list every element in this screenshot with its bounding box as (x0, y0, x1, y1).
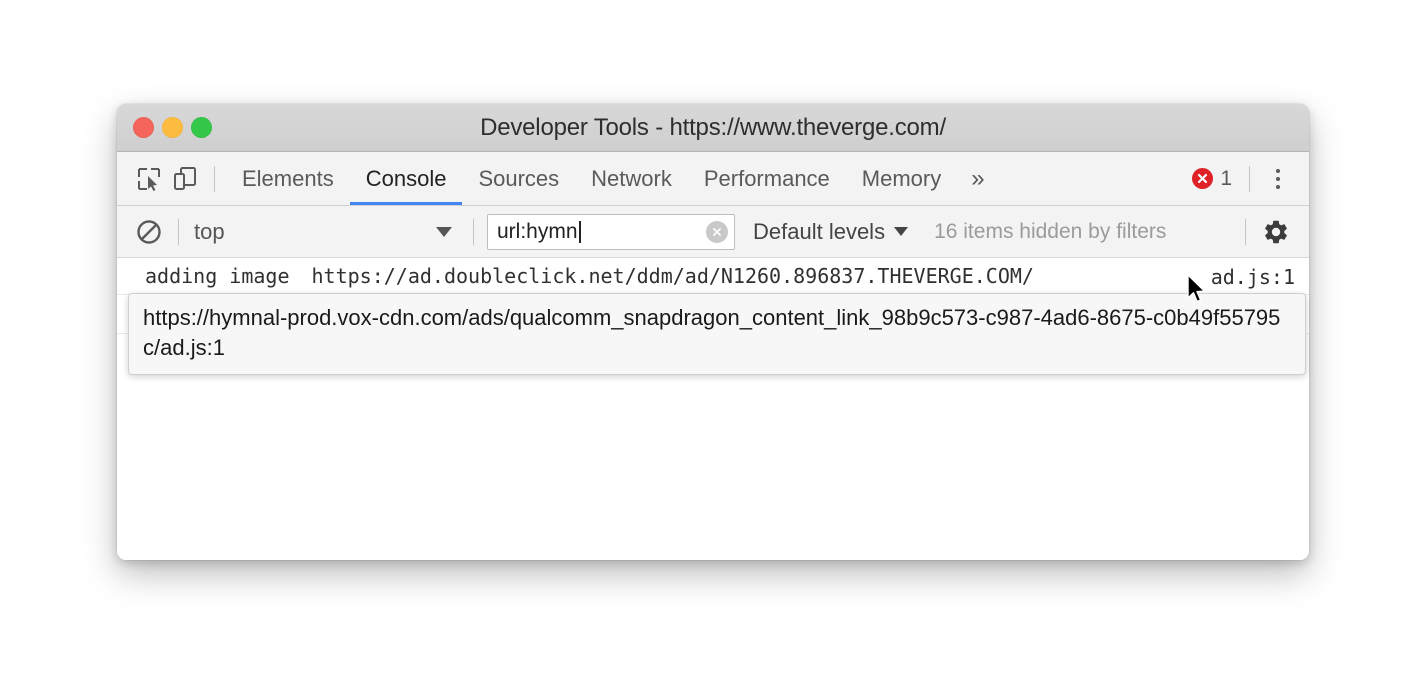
filterbar-right-group (1234, 213, 1309, 251)
devtools-tabbar: Elements Console Sources Network Perform… (117, 152, 1309, 206)
filter-input-value: url:hymn (497, 219, 578, 243)
chevron-down-icon (894, 227, 909, 236)
filterbar-divider-2 (473, 218, 474, 245)
tab-console[interactable]: Console (349, 152, 463, 205)
link-url-tooltip: https://hymnal-prod.vox-cdn.com/ads/qual… (128, 293, 1306, 375)
devtools-tabs: Elements Console Sources Network Perform… (226, 152, 999, 205)
tab-network[interactable]: Network (575, 152, 688, 205)
error-count-label: 1 (1220, 166, 1232, 190)
hidden-items-message: 16 items hidden by filters (934, 219, 1167, 243)
filter-input[interactable]: url:hymn (487, 213, 735, 250)
filterbar-divider-1 (178, 218, 179, 245)
log-levels-label: Default levels (753, 218, 886, 244)
console-filter-toolbar: top url:hymn Default levels 16 items hid… (117, 206, 1309, 258)
inspect-element-icon[interactable] (131, 161, 167, 197)
console-message-url: https://ad.doubleclick.net/ddm/ad/N1260.… (311, 264, 1034, 288)
kebab-menu-icon[interactable] (1261, 162, 1295, 196)
console-message-source-link[interactable]: ad.js:1 (1211, 263, 1295, 291)
device-toolbar-icon[interactable] (167, 161, 203, 197)
tabbar-divider (214, 165, 215, 192)
error-count-badge[interactable]: 1 (1186, 167, 1238, 191)
clear-filter-icon[interactable] (706, 220, 728, 243)
tab-elements[interactable]: Elements (226, 152, 350, 205)
chevron-down-icon (436, 226, 452, 237)
filterbar-divider-3 (1245, 218, 1246, 245)
tab-memory[interactable]: Memory (846, 152, 957, 205)
tab-sources[interactable]: Sources (462, 152, 575, 205)
log-levels-selector[interactable]: Default levels (753, 214, 909, 250)
execution-context-selector[interactable]: top (190, 214, 462, 250)
tabbar-right-divider (1249, 165, 1250, 192)
tabbar-right-group: 1 (1186, 152, 1309, 205)
window-title: Developer Tools - https://www.theverge.c… (480, 114, 946, 141)
text-caret (578, 220, 581, 243)
gear-icon[interactable] (1257, 213, 1295, 251)
more-tabs-button[interactable]: » (957, 152, 998, 205)
error-icon (1192, 168, 1214, 189)
window-titlebar: Developer Tools - https://www.theverge.c… (117, 104, 1309, 152)
console-message-text: adding image (145, 264, 290, 288)
execution-context-label: top (194, 218, 225, 244)
tab-performance[interactable]: Performance (688, 152, 846, 205)
clear-console-icon[interactable] (131, 214, 167, 250)
console-message-row[interactable]: adding image https://ad.doubleclick.net/… (117, 258, 1309, 295)
